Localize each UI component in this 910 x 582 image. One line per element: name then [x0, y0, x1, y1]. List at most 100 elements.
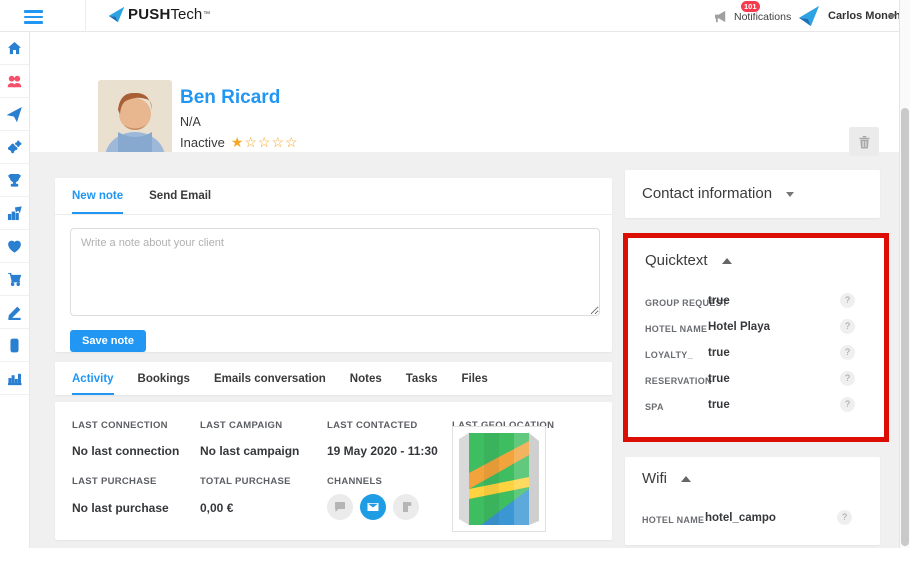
email-channel-button[interactable]	[360, 494, 386, 520]
note-tabs: New note Send Email	[55, 178, 612, 215]
contact-name: Ben Ricard	[180, 87, 280, 109]
sidebar-item-performance[interactable]	[0, 197, 29, 230]
wifi-label: Wifi	[642, 470, 667, 487]
sidebar-item-mobile[interactable]	[0, 329, 29, 362]
field-value: true	[708, 347, 730, 359]
contact-information-panel: Contact information	[625, 170, 880, 218]
notifications-label: Notifications	[734, 11, 791, 23]
sidebar-item-home[interactable]	[0, 32, 29, 65]
trophy-icon	[7, 173, 22, 188]
tab-files[interactable]: Files	[462, 364, 488, 395]
user-menu[interactable]: Carlos Moncho	[796, 0, 896, 32]
chat-channel-button[interactable]	[327, 494, 353, 520]
wifi-panel: Wifi HOTEL NAME hotel_campo ?	[625, 457, 880, 545]
trash-icon	[858, 135, 871, 149]
sidebar-item-campaigns[interactable]	[0, 98, 29, 131]
pushtech-logo[interactable]: PUSHTech™	[108, 6, 210, 23]
help-icon[interactable]: ?	[837, 510, 852, 525]
heart-icon	[7, 239, 22, 254]
quicktext-title: Quicktext	[645, 252, 732, 269]
profile-header: Ben Ricard N/A Inactive★☆☆☆☆ Back	[30, 32, 899, 152]
last-connection-value: No last connection	[72, 444, 179, 458]
pushtech-arrow-icon	[108, 6, 125, 23]
push-channel-button[interactable]	[393, 494, 419, 520]
megaphone-icon	[714, 10, 729, 23]
user-brand-icon	[798, 5, 820, 27]
mobile-icon	[7, 338, 22, 353]
last-connection-label: LAST CONNECTION	[72, 420, 168, 431]
delete-contact-button[interactable]	[849, 127, 879, 156]
tab-bookings[interactable]: Bookings	[138, 364, 190, 395]
help-icon[interactable]: ?	[840, 371, 855, 386]
home-icon	[7, 41, 22, 56]
brand-push: PUSH	[128, 6, 170, 23]
sidebar-item-compose[interactable]	[0, 296, 29, 329]
last-purchase-value: No last purchase	[72, 501, 169, 515]
sidebar	[0, 32, 30, 548]
gears-icon	[7, 140, 22, 155]
chart-growth-icon	[7, 206, 22, 221]
brand-trademark: ™	[203, 11, 210, 18]
total-purchase-value: 0,00 €	[200, 501, 233, 515]
field-label: SPA	[645, 402, 664, 412]
channels-label: CHANNELS	[327, 476, 382, 487]
field-value: true	[708, 295, 730, 307]
field-label: HOTEL NAME	[645, 324, 707, 334]
help-icon[interactable]: ?	[840, 345, 855, 360]
activity-tabs: Activity Bookings Emails conversation No…	[55, 362, 612, 395]
last-campaign-value: No last campaign	[200, 444, 299, 458]
tab-emails-conversation[interactable]: Emails conversation	[214, 364, 326, 395]
help-icon[interactable]: ?	[840, 293, 855, 308]
field-value: hotel_campo	[705, 512, 776, 524]
tab-notes[interactable]: Notes	[350, 364, 382, 395]
save-note-button[interactable]: Save note	[70, 330, 146, 352]
last-contacted-label: LAST CONTACTED	[327, 420, 418, 431]
hamburger-menu-icon[interactable]	[24, 10, 43, 27]
tab-new-note[interactable]: New note	[72, 178, 123, 214]
pencil-icon	[7, 305, 22, 320]
tab-tasks[interactable]: Tasks	[406, 364, 438, 395]
rating-stars[interactable]: ★☆☆☆☆	[231, 134, 299, 150]
geolocation-map[interactable]	[452, 426, 546, 532]
contact-subtitle: N/A	[180, 115, 201, 129]
mobile-push-icon	[400, 501, 412, 513]
field-value: true	[708, 373, 730, 385]
tab-activity[interactable]: Activity	[72, 364, 114, 395]
field-value: Hotel Playa	[708, 321, 770, 333]
status-text: Inactive	[180, 135, 225, 150]
quicktext-panel: Quicktext GROUP REQUEST true ? HOTEL NAM…	[628, 238, 884, 437]
wifi-title: Wifi	[642, 470, 691, 487]
vertical-scrollbar[interactable]	[899, 0, 910, 548]
sidebar-item-contacts[interactable]	[0, 65, 29, 98]
scrollbar-thumb[interactable]	[901, 108, 909, 546]
help-icon[interactable]: ?	[840, 319, 855, 334]
collapse-chevron-up-icon[interactable]	[681, 476, 691, 482]
contact-information-title: Contact information	[642, 185, 794, 202]
avatar	[98, 80, 172, 154]
help-icon[interactable]: ?	[840, 397, 855, 412]
activity-summary: LAST CONNECTION No last connection LAST …	[55, 402, 612, 540]
note-input[interactable]	[70, 228, 600, 316]
sidebar-item-analytics[interactable]	[0, 362, 29, 395]
top-bar: PUSHTech™ 101 Notifications Carlos Monch…	[0, 0, 899, 32]
field-value: true	[708, 399, 730, 411]
collapse-chevron-down-icon[interactable]	[786, 192, 794, 197]
sidebar-item-rewards[interactable]	[0, 164, 29, 197]
paper-plane-icon	[7, 107, 22, 122]
last-campaign-label: LAST CAMPAIGN	[200, 420, 282, 431]
notifications-badge: 101	[740, 0, 761, 13]
collapse-chevron-up-icon[interactable]	[722, 258, 732, 264]
sidebar-item-loyalty[interactable]	[0, 230, 29, 263]
quicktext-label: Quicktext	[645, 252, 708, 269]
bar-chart-icon	[7, 371, 22, 386]
brand-tech: Tech	[170, 6, 202, 23]
tab-send-email[interactable]: Send Email	[149, 178, 211, 214]
note-panel: New note Send Email Save note	[55, 178, 612, 352]
chevron-down-icon	[888, 14, 896, 19]
total-purchase-label: TOTAL PURCHASE	[200, 476, 291, 487]
envelope-icon	[367, 501, 379, 513]
sidebar-item-settings[interactable]	[0, 131, 29, 164]
field-label: RESERVATION	[645, 376, 712, 386]
field-label: LOYALTY_	[645, 350, 693, 360]
sidebar-item-commerce[interactable]	[0, 263, 29, 296]
